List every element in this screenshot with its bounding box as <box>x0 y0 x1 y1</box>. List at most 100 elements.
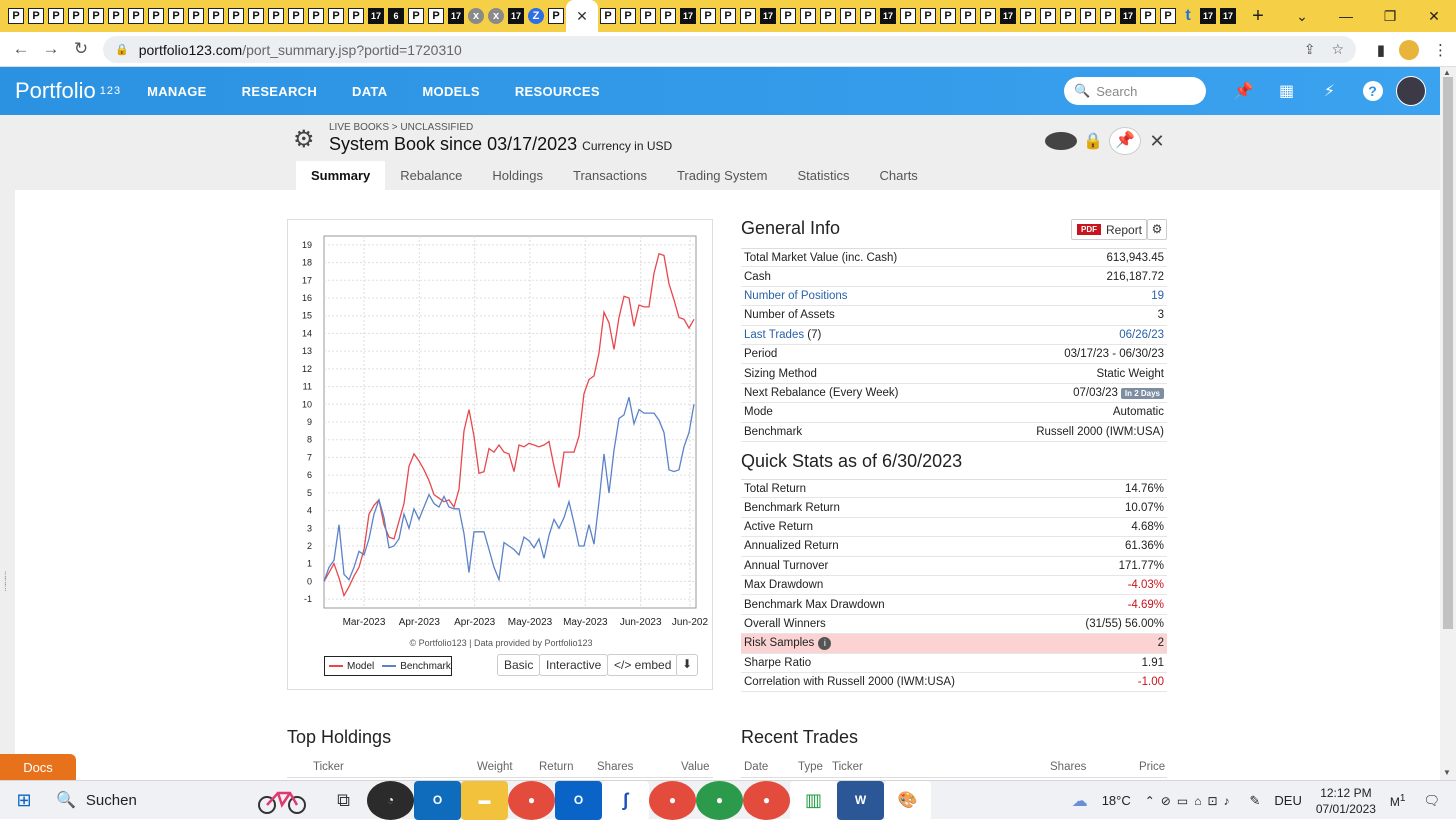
browser-tab[interactable]: P <box>938 0 958 32</box>
row-value-text[interactable]: 19 <box>1151 290 1164 302</box>
chrome-profile-icon[interactable]: ● <box>649 780 696 820</box>
browser-tab[interactable]: t <box>1178 0 1198 32</box>
nav-item-resources[interactable]: RESOURCES <box>515 84 600 99</box>
browser-tab[interactable]: P <box>246 0 266 32</box>
browser-tab[interactable]: P <box>266 0 286 32</box>
browser-tab[interactable]: P <box>426 0 446 32</box>
row-label-text[interactable]: Last Trades <box>744 329 804 341</box>
profile-avatar[interactable] <box>1399 39 1419 60</box>
browser-tab[interactable]: P <box>778 0 798 32</box>
col-trade-shares[interactable]: Shares <box>1050 761 1086 773</box>
col-type[interactable]: Type <box>798 761 823 773</box>
browser-tab[interactable]: P <box>918 0 938 32</box>
paint-icon[interactable]: 🎨 <box>884 780 931 820</box>
browser-tab[interactable]: 17 <box>1198 0 1218 32</box>
col-weight[interactable]: Weight <box>477 761 513 773</box>
browser-tab[interactable]: P <box>86 0 106 32</box>
tab-rebalance[interactable]: Rebalance <box>385 161 477 190</box>
search-input[interactable]: 🔍 Search <box>1064 77 1206 105</box>
browser-tab[interactable]: P <box>106 0 126 32</box>
embed-button[interactable]: </> embed <box>607 654 679 676</box>
browser-tab[interactable]: P <box>146 0 166 32</box>
tab-search-icon[interactable]: ⌄ <box>1280 8 1324 25</box>
browser-tab[interactable]: x <box>466 0 486 32</box>
url-field[interactable]: 🔒 portfolio123.com/port_summary.jsp?port… <box>103 36 1356 63</box>
settings-gear-icon[interactable]: ⚙ <box>293 125 315 154</box>
report-settings-icon[interactable]: ⚙ <box>1147 219 1167 240</box>
browser-tab[interactable]: 17 <box>366 0 386 32</box>
back-icon[interactable]: ← <box>6 39 36 59</box>
browser-tab[interactable]: 17 <box>1218 0 1238 32</box>
docs-button[interactable]: Docs <box>0 754 76 780</box>
browser-tab[interactable]: 17 <box>758 0 778 32</box>
browser-tab[interactable]: P <box>1018 0 1038 32</box>
browser-tab[interactable]: P <box>1058 0 1078 32</box>
browser-tab[interactable]: 17 <box>1118 0 1138 32</box>
app-blue-icon[interactable]: ʃ <box>602 780 649 820</box>
tab-statistics[interactable]: Statistics <box>783 161 865 190</box>
pen-icon[interactable]: ✎ <box>1250 793 1261 809</box>
clock[interactable]: 12:12 PM 07/01/2023 <box>1316 785 1376 817</box>
lightning-icon[interactable]: ⚡ <box>1308 81 1351 101</box>
browser-tab[interactable]: P <box>898 0 918 32</box>
browser-tab[interactable]: P <box>286 0 306 32</box>
browser-tab[interactable]: P <box>546 0 566 32</box>
trading-app-icon[interactable]: ▥ <box>790 780 837 820</box>
browser-tab[interactable]: P <box>126 0 146 32</box>
side-panel-icon[interactable]: ▮ <box>1377 41 1385 59</box>
tab-summary[interactable]: Summary <box>296 161 386 190</box>
browser-tab[interactable]: P <box>598 0 618 32</box>
info-button[interactable]: i <box>1045 132 1077 150</box>
row-label-text[interactable]: Number of Positions <box>744 290 848 302</box>
browser-tab[interactable]: P <box>718 0 738 32</box>
breadcrumb[interactable]: LIVE BOOKS > UNCLASSIFIED <box>329 122 473 133</box>
browser-menu-icon[interactable]: ⋮ <box>1433 41 1448 59</box>
weather-temp[interactable]: 18°C <box>1102 793 1131 808</box>
browser-tab[interactable]: P <box>186 0 206 32</box>
scrollbar-thumb[interactable] <box>1443 77 1453 629</box>
browser-tab[interactable]: 17 <box>446 0 466 32</box>
scroll-down-icon[interactable]: ▼ <box>1443 768 1451 777</box>
browser-tab[interactable]: P <box>26 0 46 32</box>
browser-tab[interactable]: Z <box>526 0 546 32</box>
browser-tab[interactable]: P <box>978 0 998 32</box>
user-avatar[interactable] <box>1396 76 1426 106</box>
pdf-report-button[interactable]: PDF Report <box>1071 219 1147 240</box>
col-price[interactable]: Price <box>1139 761 1165 773</box>
share-icon[interactable]: ⇪ <box>1304 41 1316 58</box>
weather-icon[interactable]: ☁ <box>1072 791 1088 811</box>
browser-tab[interactable]: P <box>658 0 678 32</box>
action-center-icon[interactable]: 🗨 <box>1423 793 1440 809</box>
browser-tab[interactable]: P <box>1038 0 1058 32</box>
browser-tab[interactable]: P <box>46 0 66 32</box>
chrome-profile3-icon[interactable]: ● <box>743 780 790 820</box>
browser-tab[interactable]: x <box>486 0 506 32</box>
col-value[interactable]: Value <box>681 761 710 773</box>
browser-tab[interactable]: P <box>406 0 426 32</box>
browser-tab[interactable]: P <box>698 0 718 32</box>
interactive-chart-button[interactable]: Interactive <box>539 654 609 676</box>
basic-chart-button[interactable]: Basic <box>497 654 541 676</box>
pin-icon[interactable]: 📌 <box>1222 81 1265 101</box>
download-icon[interactable]: ⬇ <box>676 654 699 676</box>
pin-button[interactable]: 📌 <box>1109 127 1141 155</box>
info-icon[interactable]: i <box>818 636 832 650</box>
chrome-profile2-icon[interactable]: ● <box>696 780 743 820</box>
row-label[interactable]: Number of Positions <box>744 290 848 302</box>
col-ticker[interactable]: Ticker <box>313 761 344 773</box>
notification-badge[interactable]: M1 <box>1390 793 1406 809</box>
minimize-icon[interactable]: — <box>1324 8 1368 24</box>
browser-tab[interactable]: P <box>66 0 86 32</box>
browser-tab[interactable]: P <box>958 0 978 32</box>
tab-transactions[interactable]: Transactions <box>558 161 662 190</box>
lock-icon[interactable]: 🔒 <box>115 43 129 56</box>
nav-item-research[interactable]: RESEARCH <box>242 84 317 99</box>
new-tab-button[interactable]: + <box>1246 5 1270 28</box>
language-indicator[interactable]: DEU <box>1274 793 1301 808</box>
browser-tab[interactable]: P <box>6 0 26 32</box>
reload-icon[interactable]: ↻ <box>66 39 96 59</box>
file-explorer-icon[interactable]: ▬ <box>461 780 508 820</box>
browser-tab[interactable]: P <box>226 0 246 32</box>
active-tab-close-icon[interactable]: ✕ <box>566 0 598 32</box>
col-trade-ticker[interactable]: Ticker <box>832 761 863 773</box>
